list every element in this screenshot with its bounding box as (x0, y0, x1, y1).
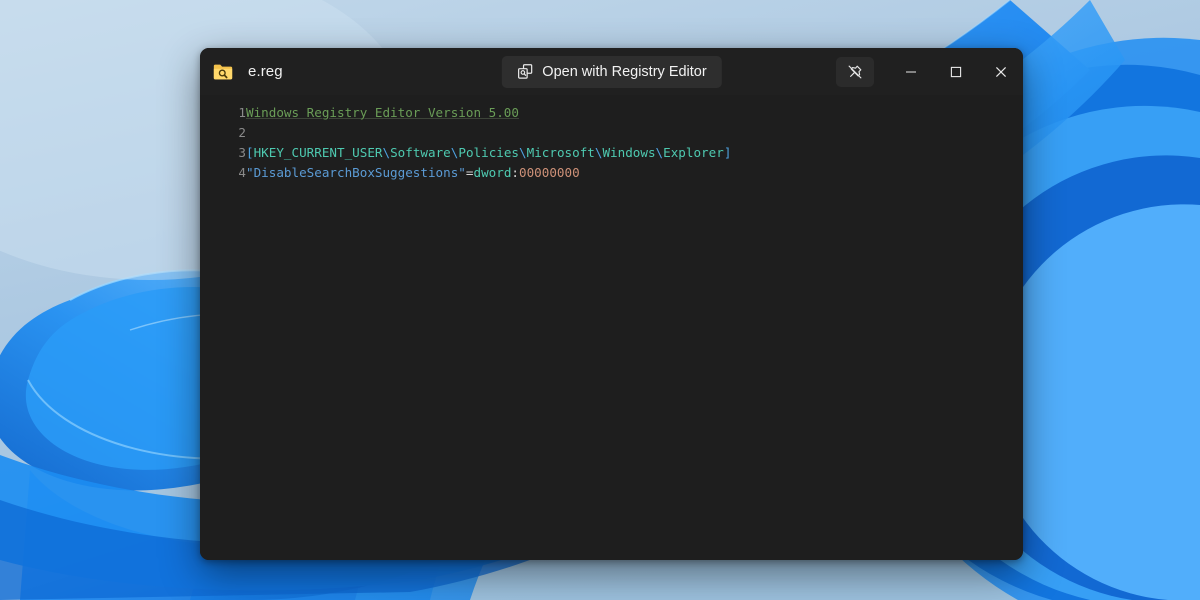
line-number: 2 (200, 123, 246, 143)
code-token: ] (724, 145, 732, 160)
code-token: \ (656, 145, 664, 160)
code-line: 3[HKEY_CURRENT_USER\Software\Policies\Mi… (200, 143, 731, 163)
close-icon (995, 66, 1007, 78)
window-controls (836, 48, 1023, 95)
code-token: : (511, 165, 519, 180)
registry-editor-icon (516, 63, 533, 80)
code-line: 2 (200, 123, 731, 143)
code-token: Windows (602, 145, 655, 160)
quicklook-preview-window: e.reg Open with Registry Editor (200, 48, 1023, 560)
code-token: 00000000 (519, 165, 580, 180)
minimize-icon (905, 66, 917, 78)
window-title: e.reg (248, 64, 283, 79)
code-token: Explorer (663, 145, 724, 160)
code-token: Policies (458, 145, 519, 160)
code-token: HKEY_CURRENT_USER (254, 145, 383, 160)
line-content: Windows Registry Editor Version 5.00 (246, 103, 731, 123)
pin-off-icon (847, 64, 863, 80)
code-token: dword (473, 165, 511, 180)
window-titlebar: e.reg Open with Registry Editor (200, 48, 1023, 95)
code-lines-body: 1Windows Registry Editor Version 5.002 3… (200, 103, 731, 183)
code-token: "DisableSearchBoxSuggestions" (246, 165, 466, 180)
close-button[interactable] (978, 48, 1023, 95)
line-number: 3 (200, 143, 246, 163)
code-token: \ (383, 145, 391, 160)
line-number: 1 (200, 103, 246, 123)
line-content (246, 123, 731, 143)
line-content: "DisableSearchBoxSuggestions"=dword:0000… (246, 163, 731, 183)
line-content: [HKEY_CURRENT_USER\Software\Policies\Mic… (246, 143, 731, 163)
code-token: Microsoft (527, 145, 595, 160)
code-preview-area[interactable]: 1Windows Registry Editor Version 5.002 3… (200, 95, 1023, 560)
open-with-button-label: Open with Registry Editor (542, 64, 706, 80)
code-token: [ (246, 145, 254, 160)
maximize-icon (950, 66, 962, 78)
minimize-button[interactable] (888, 48, 933, 95)
code-line: 1Windows Registry Editor Version 5.00 (200, 103, 731, 123)
code-token: Windows Registry Editor Version 5.00 (246, 105, 519, 120)
code-line: 4"DisableSearchBoxSuggestions"=dword:000… (200, 163, 731, 183)
code-lines-table: 1Windows Registry Editor Version 5.002 3… (200, 103, 731, 183)
code-token: \ (519, 145, 527, 160)
maximize-button[interactable] (933, 48, 978, 95)
desktop: e.reg Open with Registry Editor (0, 0, 1200, 600)
line-number: 4 (200, 163, 246, 183)
code-token: Software (390, 145, 451, 160)
open-with-registry-editor-button[interactable]: Open with Registry Editor (501, 56, 721, 88)
folder-search-icon (212, 61, 234, 83)
pin-off-icon-button[interactable] (836, 57, 874, 87)
